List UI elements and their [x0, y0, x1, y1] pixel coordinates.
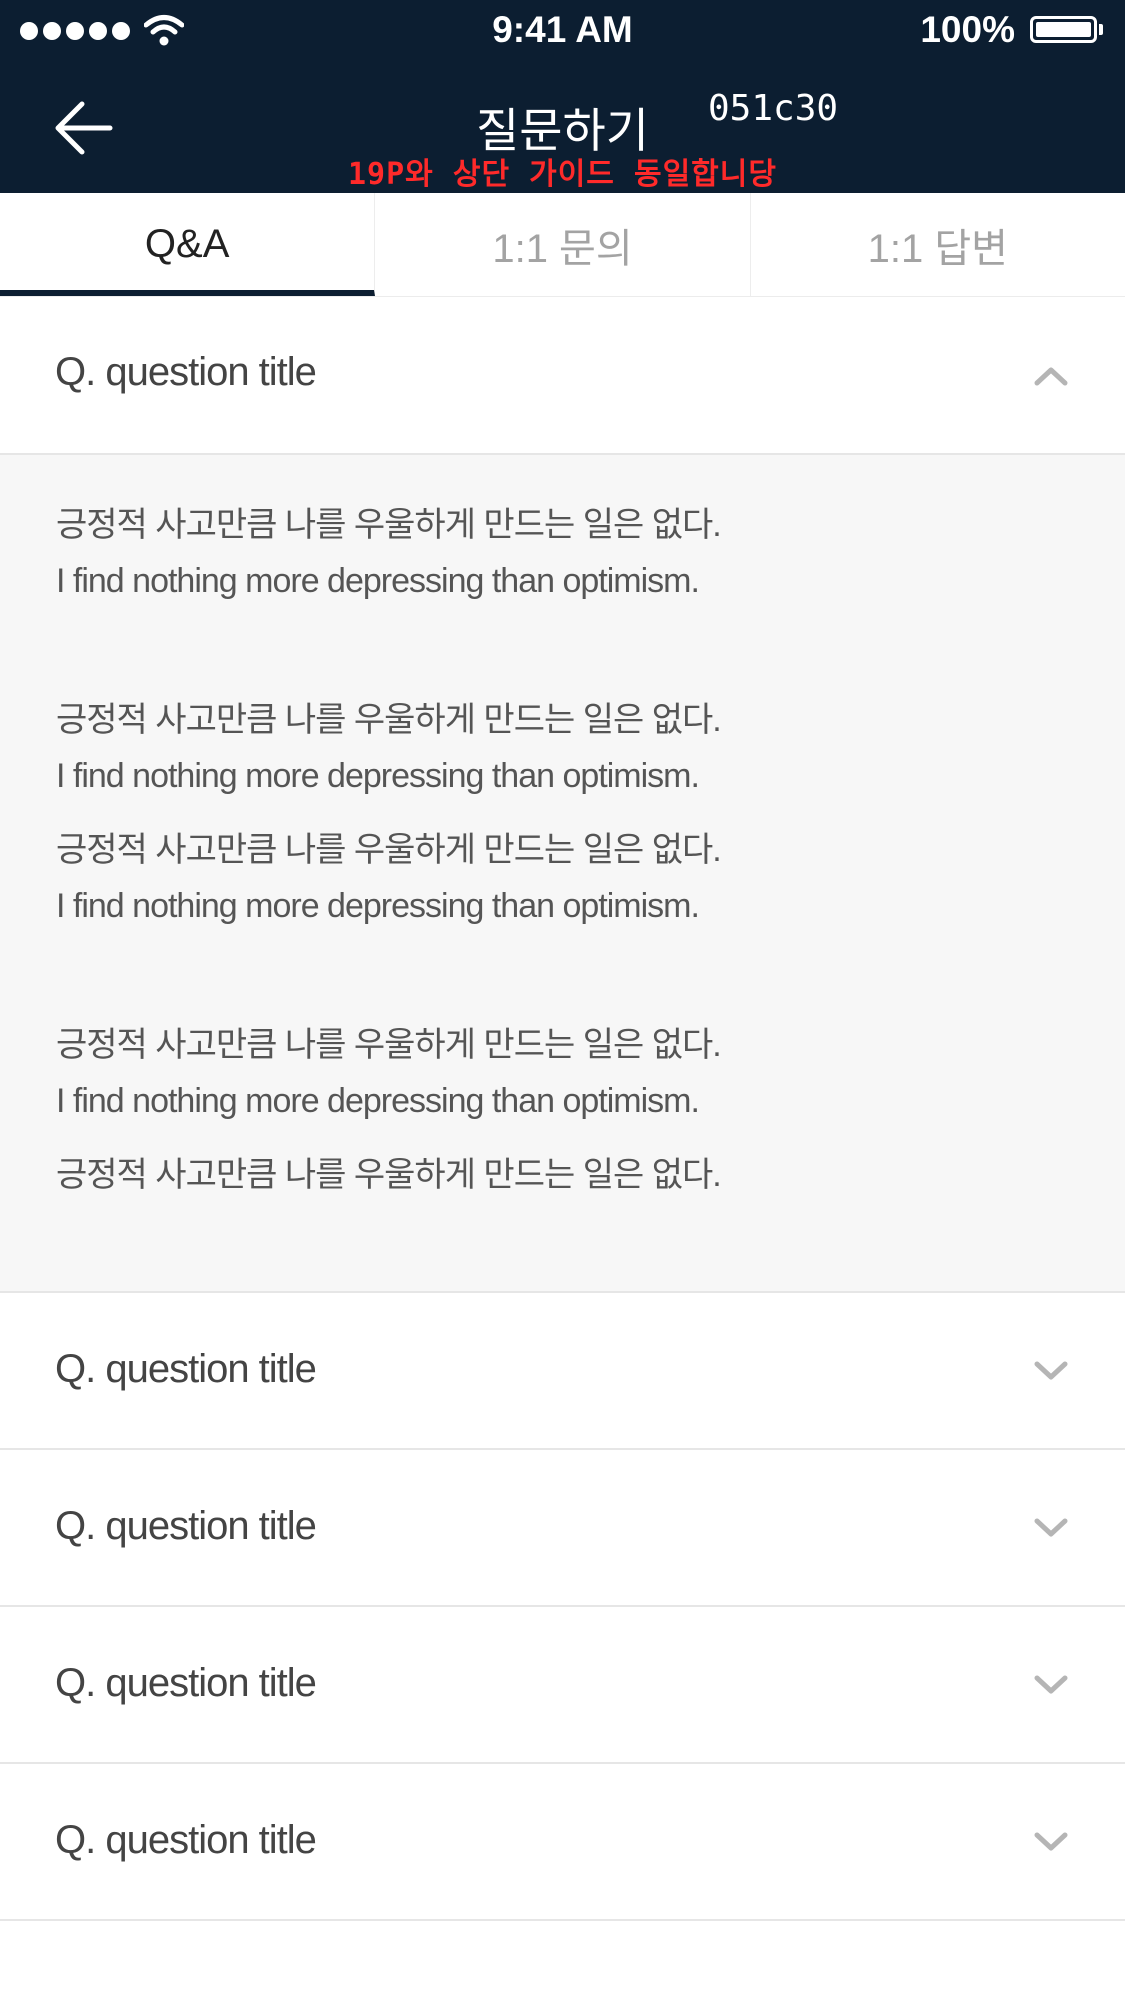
faq-question-title: Q. question title — [55, 1347, 317, 1391]
answer-line: 긍정적 사고만큼 나를 우울하게 만드는 일은 없다. — [56, 831, 722, 869]
answer-line: I find nothing more depressing than opti… — [56, 757, 700, 795]
answer-line: 긍정적 사고만큼 나를 우울하게 만드는 일은 없다. — [56, 701, 722, 739]
answer-line: 긍정적 사고만큼 나를 우울하게 만드는 일은 없다. — [56, 1156, 722, 1194]
faq-question-title: Q. question title — [55, 1661, 317, 1705]
answer-line: 긍정적 사고만큼 나를 우울하게 만드는 일은 없다. — [56, 1026, 722, 1064]
faq-item-collapsed[interactable]: Q. question title — [0, 1450, 1125, 1607]
tab-answer[interactable]: 1:1 답변 — [751, 193, 1125, 296]
answer-line: I find nothing more depressing than opti… — [56, 887, 700, 925]
chevron-down-icon — [1034, 1518, 1068, 1537]
faq-item-collapsed[interactable]: Q. question title — [0, 1293, 1125, 1450]
chevron-down-icon — [1034, 1832, 1068, 1851]
battery-percentage: 100% — [920, 9, 1015, 50]
battery-tip — [1099, 24, 1103, 35]
tab-bar: Q&A 1:1 문의 1:1 답변 — [0, 193, 1125, 297]
faq-question-title: Q. question title — [55, 1504, 317, 1548]
page-code: 051c30 — [708, 88, 839, 129]
answer-line: I find nothing more depressing than opti… — [56, 1082, 700, 1120]
tab-qna[interactable]: Q&A — [0, 193, 376, 296]
faq-item-expanded[interactable]: Q. question title — [0, 298, 1125, 455]
faq-question-title: Q. question title — [55, 1818, 317, 1862]
answer-line: 긍정적 사고만큼 나를 우울하게 만드는 일은 없다. — [56, 506, 722, 544]
chevron-up-icon — [1034, 367, 1068, 386]
chevron-down-icon — [1034, 1361, 1068, 1380]
answer-line: I find nothing more depressing than opti… — [56, 562, 700, 600]
faq-item-collapsed[interactable]: Q. question title — [0, 1607, 1125, 1764]
faq-question-title: Q. question title — [55, 350, 317, 394]
faq-answer-panel: 긍정적 사고만큼 나를 우울하게 만드는 일은 없다. I find nothi… — [0, 455, 1125, 1293]
guide-note: 19P와 상단 가이드 동일합니당 — [348, 157, 777, 192]
tab-inquiry[interactable]: 1:1 문의 — [375, 193, 751, 296]
status-bar: 9:41 AM 100% — [0, 0, 1125, 64]
chevron-down-icon — [1034, 1675, 1068, 1694]
app-header: 9:41 AM 100% 질문하기 051c30 19P와 상단 가이드 동일합… — [0, 0, 1125, 193]
faq-item-collapsed[interactable]: Q. question title — [0, 1764, 1125, 1921]
battery-icon — [1030, 16, 1097, 43]
